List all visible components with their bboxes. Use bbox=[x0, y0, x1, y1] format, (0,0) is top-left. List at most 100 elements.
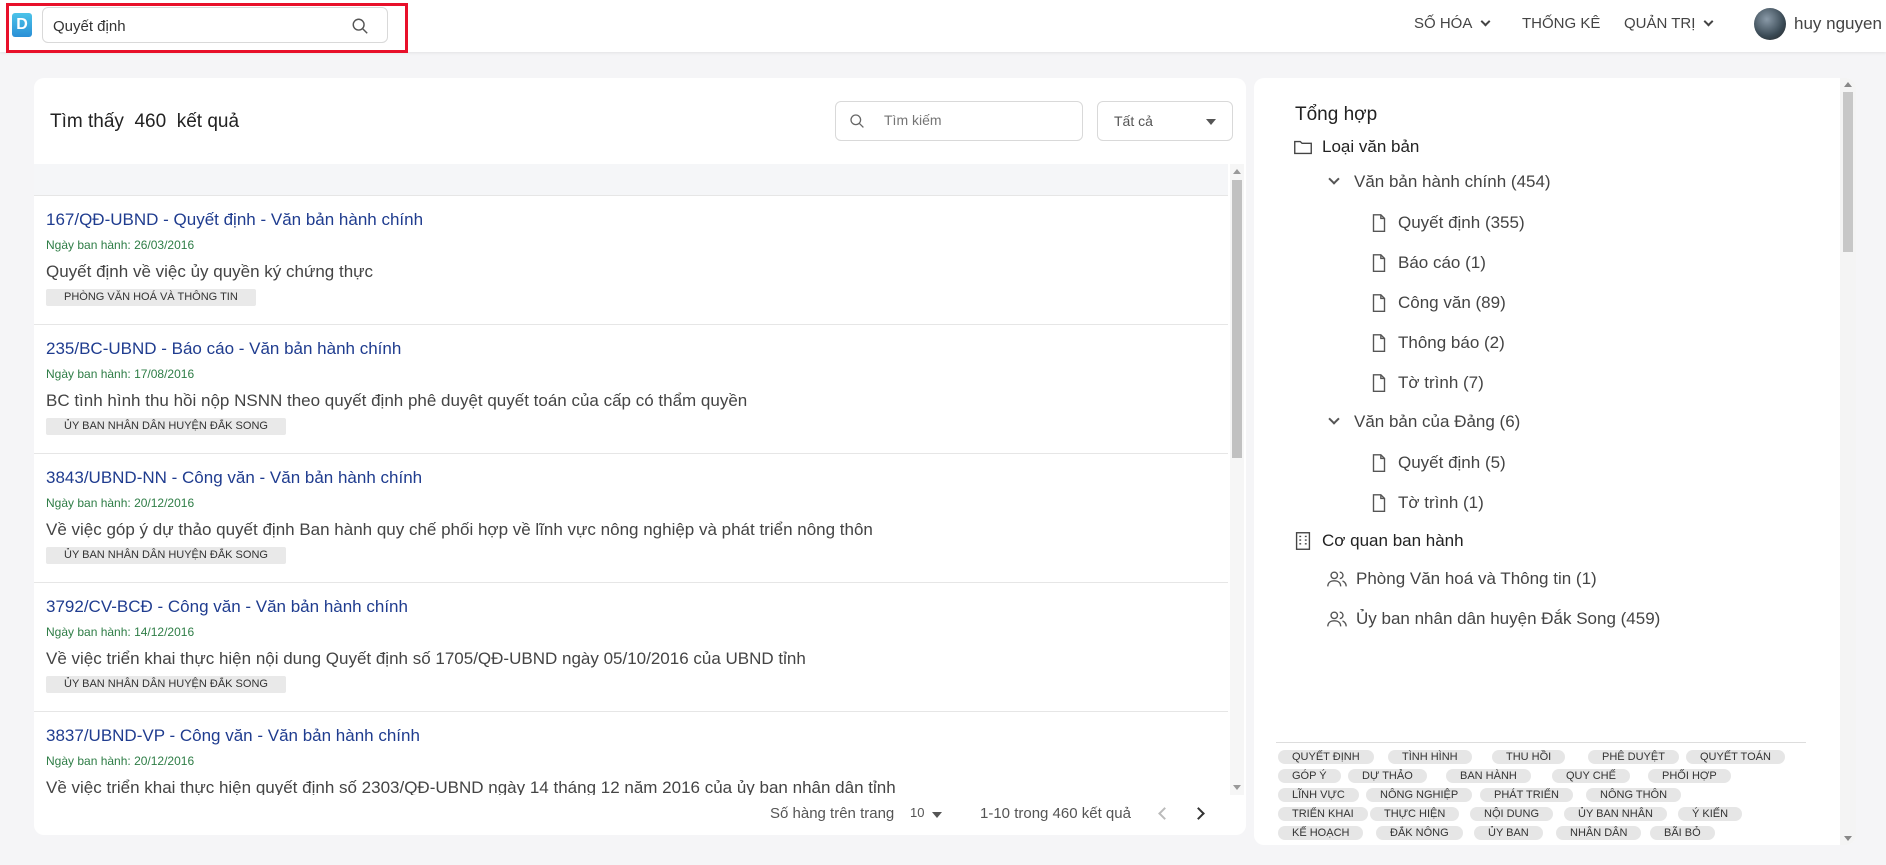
caret-down-icon[interactable] bbox=[932, 812, 942, 818]
chevron-down-icon[interactable] bbox=[1328, 413, 1340, 425]
tree-item-label: Quyết định (355) bbox=[1398, 213, 1525, 232]
chevron-down-icon[interactable] bbox=[1328, 173, 1340, 185]
list-item[interactable]: 3837/UBND-VP - Công văn - Văn bản hành c… bbox=[34, 712, 1228, 795]
list-item[interactable]: 235/BC-UBND - Báo cáo - Văn bản hành chí… bbox=[34, 325, 1228, 454]
keyword-tag[interactable]: ĐẮK NÔNG bbox=[1376, 826, 1463, 840]
scrollbar-thumb[interactable] bbox=[1843, 92, 1853, 252]
results-count: 460 bbox=[134, 111, 167, 132]
document-description: Về việc triển khai thực hiện nội dung Qu… bbox=[46, 649, 806, 668]
document-title-link[interactable]: 3837/UBND-VP - Công văn - Văn bản hành c… bbox=[46, 726, 420, 746]
keyword-tag[interactable]: NÔNG NGHIỆP bbox=[1366, 788, 1473, 802]
scroll-down-arrow-icon[interactable] bbox=[1844, 836, 1852, 841]
keyword-tag[interactable]: THU HỒI bbox=[1492, 750, 1566, 764]
nav-thong-ke[interactable]: THỐNG KÊ bbox=[1522, 15, 1600, 32]
filter-select[interactable]: Tất cả bbox=[1097, 101, 1233, 141]
scroll-up-arrow-icon[interactable] bbox=[1233, 169, 1241, 174]
tree-item[interactable]: Quyết định (5) bbox=[1368, 452, 1506, 474]
keyword-divider bbox=[1276, 742, 1806, 743]
results-scrollbar[interactable] bbox=[1230, 164, 1244, 795]
tree-item-label: Tờ trình (7) bbox=[1398, 373, 1484, 392]
document-title-link[interactable]: 235/BC-UBND - Báo cáo - Văn bản hành chí… bbox=[46, 339, 401, 359]
document-date: Ngày ban hành: 20/12/2016 bbox=[46, 496, 195, 510]
tree-item[interactable]: Quyết định (355) bbox=[1368, 212, 1525, 234]
scroll-up-arrow-icon[interactable] bbox=[1844, 82, 1852, 87]
users-icon bbox=[1327, 611, 1347, 627]
keyword-tag[interactable]: NHÂN DÂN bbox=[1556, 826, 1642, 840]
keyword-tag[interactable]: ỦY BAN NHÂN bbox=[1564, 807, 1667, 821]
tree-item-label: Tờ trình (1) bbox=[1398, 493, 1484, 512]
pagination-bar: Số hàng trên trang 10 1-10 trong 460 kết… bbox=[34, 795, 1246, 835]
keyword-tag[interactable]: PHÁT TRIỂN bbox=[1480, 788, 1573, 802]
tree-item[interactable]: Thông báo (2) bbox=[1368, 332, 1505, 354]
user-avatar[interactable] bbox=[1754, 8, 1786, 40]
scroll-down-arrow-icon[interactable] bbox=[1233, 785, 1241, 790]
keyword-tag[interactable]: GÓP Ý bbox=[1278, 769, 1341, 783]
keyword-tag[interactable]: BAN HÀNH bbox=[1446, 769, 1531, 783]
keyword-tag[interactable]: TÌNH HÌNH bbox=[1388, 750, 1472, 764]
agency-label: Cơ quan ban hành bbox=[1322, 531, 1464, 550]
keyword-tag[interactable]: BÃI BỎ bbox=[1650, 826, 1715, 840]
keyword-tag[interactable]: PHỐI HỢP bbox=[1648, 769, 1731, 783]
keyword-tag[interactable]: QUYẾT TOÁN bbox=[1686, 750, 1785, 764]
file-icon bbox=[1372, 494, 1386, 512]
document-description: BC tình hình thu hồi nộp NSNN theo quyết… bbox=[46, 391, 748, 410]
results-search-box[interactable] bbox=[835, 101, 1083, 141]
keyword-tag[interactable]: QUY CHẾ bbox=[1552, 769, 1630, 783]
keyword-tag[interactable]: NÔNG THÔN bbox=[1586, 788, 1682, 802]
document-title-link[interactable]: 3843/UBND-NN - Công văn - Văn bản hành c… bbox=[46, 468, 422, 488]
nav-thong-ke-label: THỐNG KÊ bbox=[1522, 15, 1601, 32]
keyword-tag[interactable]: TRIỂN KHAI bbox=[1278, 807, 1368, 821]
file-icon bbox=[1372, 294, 1386, 312]
list-item[interactable]: 3792/CV-BCĐ - Công văn - Văn bản hành ch… bbox=[34, 583, 1228, 712]
search-icon bbox=[850, 114, 864, 128]
next-page-icon[interactable] bbox=[1192, 807, 1205, 820]
nav-quan-tri-label: QUẢN TRỊ bbox=[1624, 15, 1696, 32]
results-search-input[interactable] bbox=[884, 112, 1064, 128]
document-date: Ngày ban hành: 20/12/2016 bbox=[46, 754, 195, 768]
tree-item-label: Thông báo (2) bbox=[1398, 333, 1505, 352]
keyword-tag[interactable]: QUYẾT ĐỊNH bbox=[1278, 750, 1374, 764]
keyword-tag[interactable]: ỦY BAN bbox=[1474, 826, 1543, 840]
agency-section[interactable]: Cơ quan ban hành bbox=[1292, 530, 1464, 552]
tree-item[interactable]: Tờ trình (1) bbox=[1368, 492, 1484, 514]
tree-item[interactable]: Công văn (89) bbox=[1368, 292, 1506, 314]
list-item[interactable]: 3843/UBND-NN - Công văn - Văn bản hành c… bbox=[34, 454, 1228, 583]
document-description: Về việc triển khai thực hiện quyết định … bbox=[46, 778, 896, 795]
chevron-down-icon bbox=[1703, 16, 1714, 27]
summary-panel: Tổng hợp Loại văn bản Văn bản hành chính… bbox=[1254, 78, 1856, 845]
keyword-tag[interactable]: LĨNH VỰC bbox=[1278, 788, 1359, 802]
agency-item[interactable]: Phòng Văn hoá và Thông tin (1) bbox=[1326, 568, 1597, 590]
prev-page-icon[interactable] bbox=[1158, 807, 1171, 820]
keyword-tag[interactable]: KẾ HOẠCH bbox=[1278, 826, 1364, 840]
keyword-tag[interactable]: Ý KIẾN bbox=[1678, 807, 1743, 821]
document-title-link[interactable]: 3792/CV-BCĐ - Công văn - Văn bản hành ch… bbox=[46, 597, 408, 617]
file-icon bbox=[1372, 254, 1386, 272]
list-item[interactable]: 167/QĐ-UBND - Quyết định - Văn bản hành … bbox=[34, 196, 1228, 325]
scrollbar-thumb[interactable] bbox=[1232, 180, 1242, 458]
keyword-tag[interactable]: NỘI DUNG bbox=[1470, 807, 1553, 821]
keyword-tag[interactable]: PHÊ DUYỆT bbox=[1588, 750, 1679, 764]
tree-item-label: Công văn (89) bbox=[1398, 293, 1506, 312]
doc-type-section[interactable]: Loại văn bản bbox=[1292, 136, 1419, 158]
summary-title: Tổng hợp bbox=[1295, 104, 1378, 125]
keyword-tag[interactable]: DỰ THẢO bbox=[1348, 769, 1427, 783]
tree-group-hanh-chinh[interactable]: Văn bản hành chính (454) bbox=[1328, 172, 1551, 192]
rows-per-page-select[interactable]: 10 bbox=[910, 805, 924, 820]
file-icon bbox=[1372, 374, 1386, 392]
tree-item[interactable]: Tờ trình (7) bbox=[1368, 372, 1484, 394]
keyword-tag[interactable]: THỰC HIỆN bbox=[1370, 807, 1460, 821]
summary-scrollbar[interactable] bbox=[1840, 78, 1856, 845]
tree-group-dang[interactable]: Văn bản của Đảng (6) bbox=[1328, 412, 1520, 432]
filter-select-value: Tất cả bbox=[1114, 113, 1153, 129]
agency-item-label: Ủy ban nhân dân huyện Đắk Song (459) bbox=[1356, 609, 1661, 628]
tree-item[interactable]: Báo cáo (1) bbox=[1368, 252, 1486, 274]
agency-item[interactable]: Ủy ban nhân dân huyện Đắk Song (459) bbox=[1326, 608, 1660, 630]
nav-so-hoa[interactable]: SỐ HÓA bbox=[1414, 15, 1491, 32]
pagination-range: 1-10 trong 460 kết quả bbox=[980, 805, 1131, 822]
file-icon bbox=[1372, 454, 1386, 472]
user-name[interactable]: huy nguyen bbox=[1794, 14, 1882, 34]
building-icon bbox=[1295, 532, 1311, 550]
document-title-link[interactable]: 167/QĐ-UBND - Quyết định - Văn bản hành … bbox=[46, 210, 423, 230]
nav-quan-tri[interactable]: QUẢN TRỊ bbox=[1624, 15, 1714, 32]
results-suffix: kết quả bbox=[176, 111, 240, 132]
